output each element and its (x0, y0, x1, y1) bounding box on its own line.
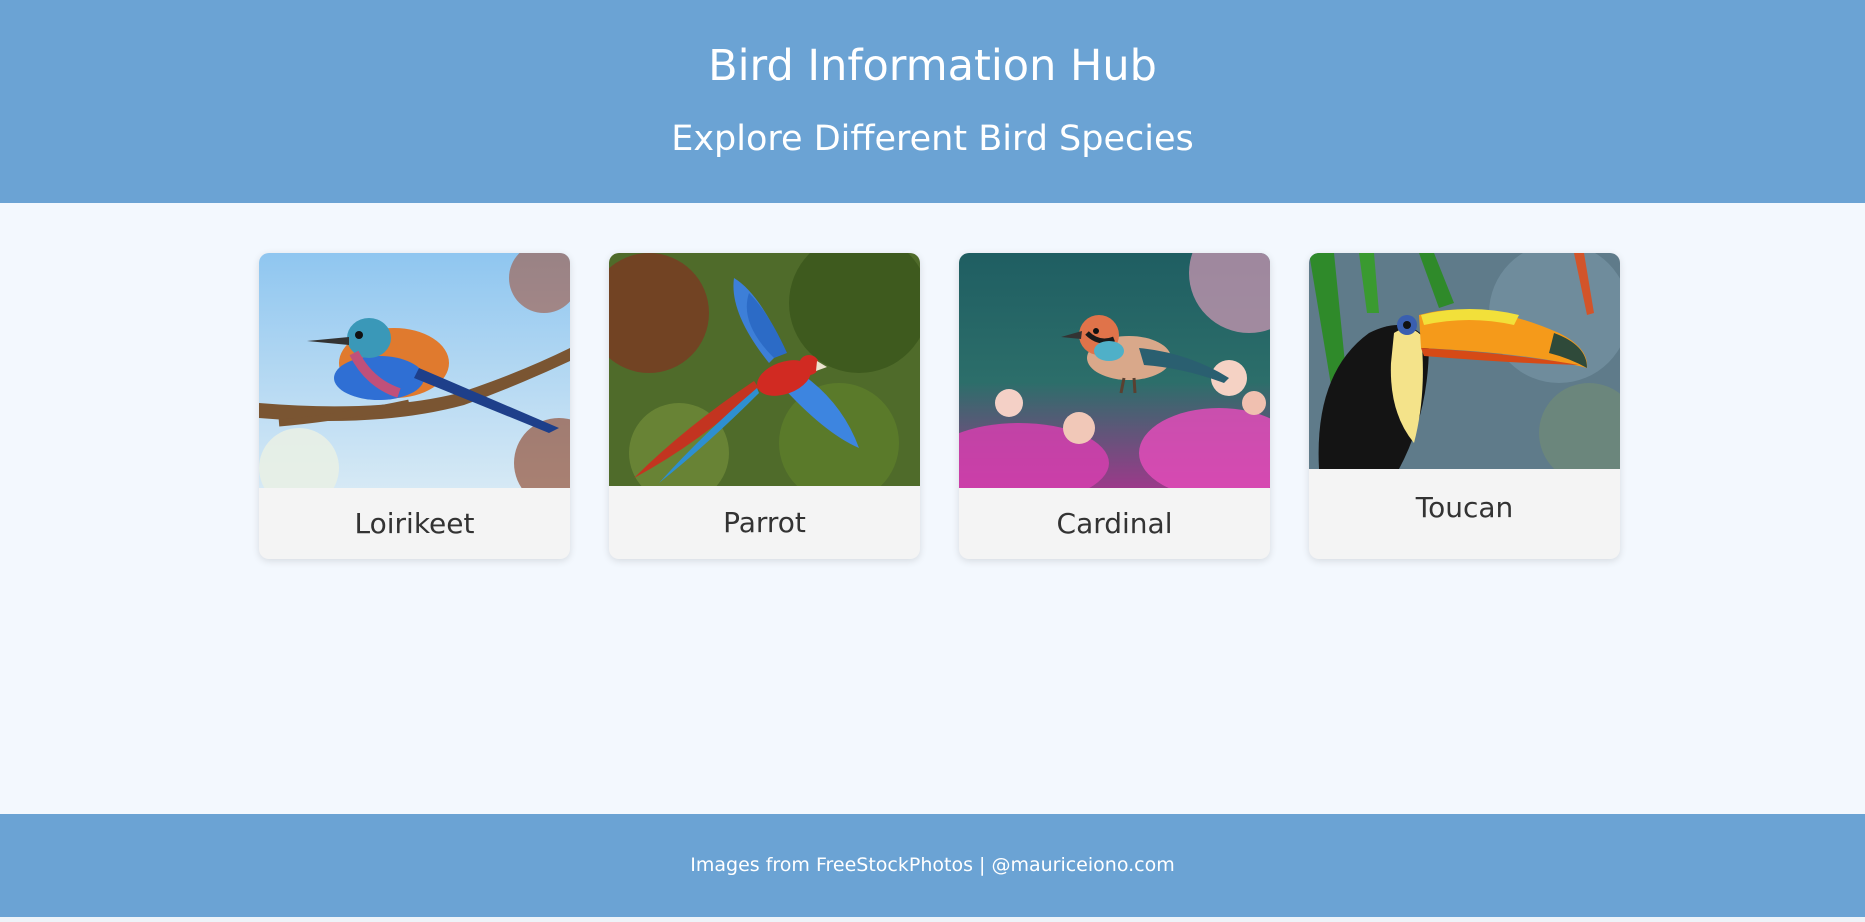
bird-image-cardinal[interactable] (959, 253, 1270, 488)
site-footer: Images from FreeStockPhotos | @mauriceio… (0, 814, 1865, 917)
bird-card-toucan[interactable]: Toucan (1309, 253, 1620, 559)
bird-card-loirikeet[interactable]: Loirikeet (259, 253, 570, 559)
page-bottom-edge (0, 917, 1865, 922)
bird-image-parrot[interactable] (609, 253, 920, 486)
bird-image-loirikeet[interactable] (259, 253, 570, 488)
image-source-text: Images from FreeStockPhotos (690, 854, 973, 876)
bird-image-toucan[interactable] (1309, 253, 1620, 469)
bird-name-loirikeet: Loirikeet (354, 507, 475, 540)
bird-name-cardinal: Cardinal (1056, 507, 1173, 540)
bird-name-toucan: Toucan (1415, 491, 1514, 524)
site-header: Bird Information Hub Explore Different B… (0, 0, 1865, 203)
page: Bird Information Hub Explore Different B… (0, 0, 1865, 922)
credit-separator: | (972, 854, 992, 876)
footer-credit: Images from FreeStockPhotos | @mauriceio… (0, 852, 1865, 878)
bird-name-parrot: Parrot (723, 506, 806, 539)
author-link[interactable]: @mauriceiono.com (991, 854, 1174, 876)
bird-card-parrot[interactable]: Parrot (609, 253, 920, 559)
bird-card-grid: Loirikeet Parrot Cardinal Toucan (259, 253, 1621, 559)
site-subtitle: Explore Different Bird Species (671, 119, 1194, 159)
site-title: Bird Information Hub (708, 41, 1157, 91)
bird-card-cardinal[interactable]: Cardinal (959, 253, 1270, 559)
